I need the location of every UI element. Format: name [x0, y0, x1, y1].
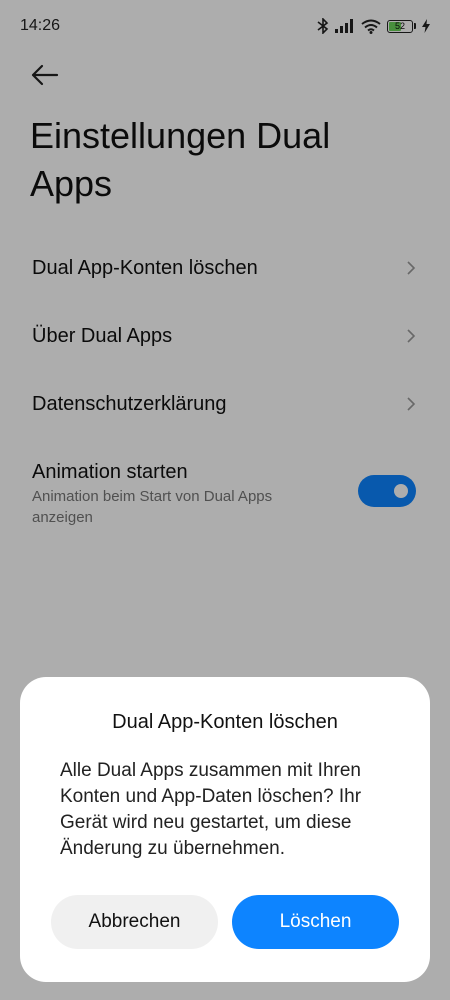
- dialog-message: Alle Dual Apps zusammen mit Ihren Konten…: [60, 760, 362, 859]
- cancel-button[interactable]: Abbrechen: [51, 895, 218, 949]
- confirm-dialog: Dual App-Konten löschen Alle Dual Apps z…: [20, 677, 430, 982]
- dialog-title: Dual App-Konten löschen: [112, 711, 338, 733]
- delete-button[interactable]: Löschen: [232, 895, 399, 949]
